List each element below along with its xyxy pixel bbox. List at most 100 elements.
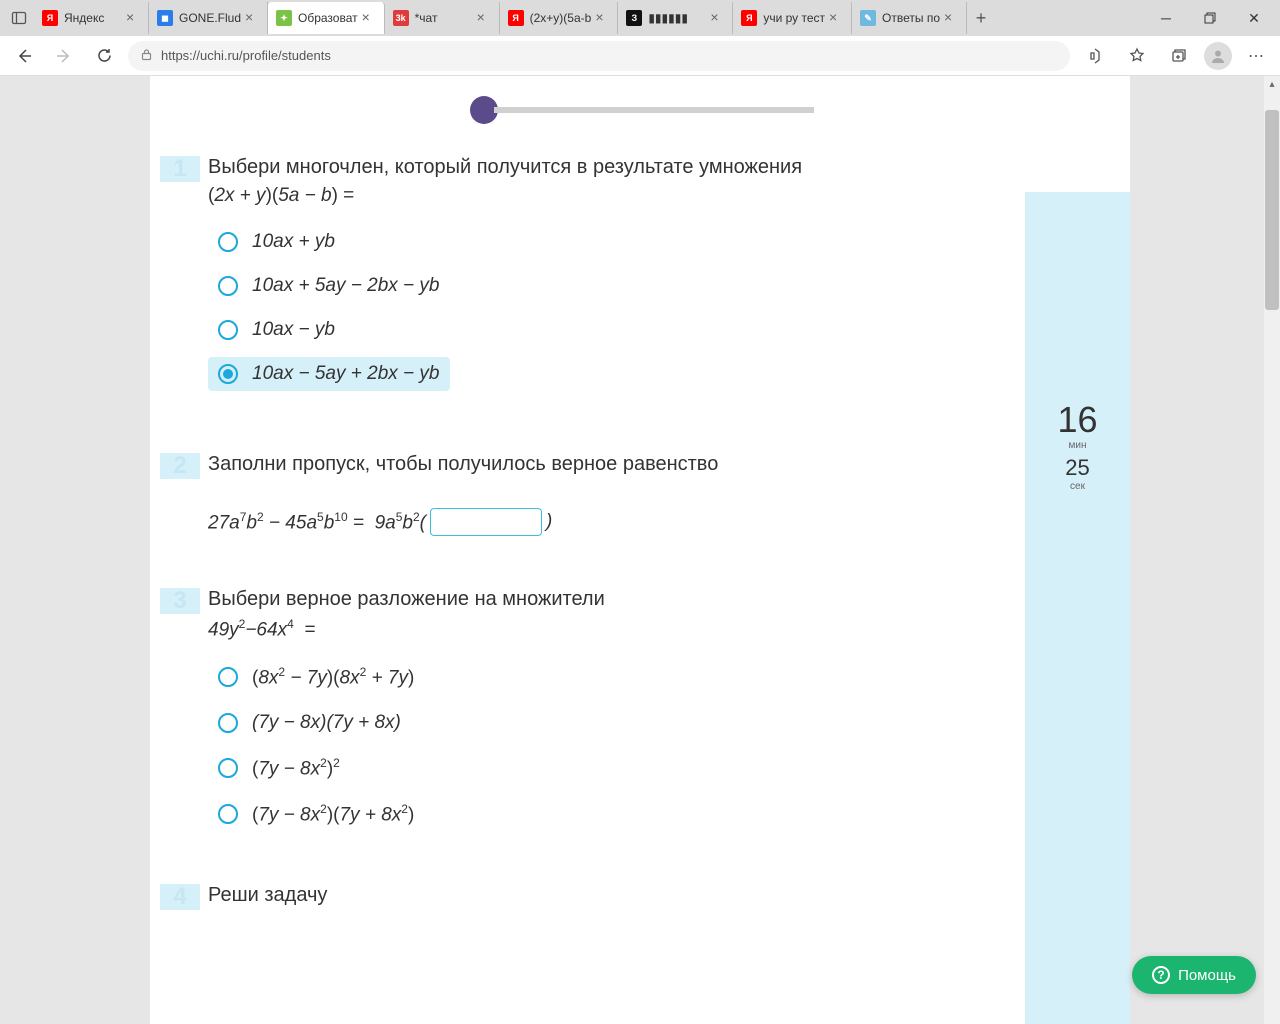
tab-title: Яндекс <box>64 11 122 25</box>
tab-actions-icon[interactable] <box>4 3 34 33</box>
help-button[interactable]: ? Помощь <box>1132 956 1256 994</box>
question-title: Реши задачу <box>208 882 1080 909</box>
option-label: 10ax + yb <box>252 231 335 253</box>
lock-icon <box>140 48 153 64</box>
page-scrollbar[interactable]: ▴ <box>1264 76 1280 1024</box>
address-bar-row: https://uchi.ru/profile/students ⋯ <box>0 36 1280 76</box>
answer-option-2[interactable]: 10ax + 5ay − 2bx − yb <box>208 269 1080 303</box>
progress-bar <box>150 76 1130 154</box>
question-number: 4 <box>160 884 200 910</box>
option-label: (7y − 8x)(7y + 8x) <box>252 712 401 734</box>
option-label: 10ax − yb <box>252 319 335 341</box>
option-label: (7y − 8x2)(7y + 8x2) <box>252 802 414 826</box>
timer-seconds: 25 <box>1065 455 1089 481</box>
answer-option-4[interactable]: (7y − 8x2)(7y + 8x2) <box>208 796 1080 832</box>
tab-title: Образоват <box>298 11 358 25</box>
forward-button[interactable] <box>48 40 80 72</box>
radio-icon <box>218 758 238 778</box>
question-title: Выбери верное разложение на множители <box>208 586 1080 613</box>
profile-avatar[interactable] <box>1204 42 1232 70</box>
radio-icon <box>218 276 238 296</box>
answer-option-1[interactable]: 10ax + yb <box>208 225 1080 259</box>
question-1: 1 Выбери многочлен, который получится в … <box>160 154 1080 401</box>
favicon: З <box>626 10 642 26</box>
browser-tab-3-active[interactable]: ✦ Образоват × <box>268 2 385 34</box>
answer-option-2[interactable]: (7y − 8x)(7y + 8x) <box>208 706 1080 740</box>
answer-option-1[interactable]: (8x2 − 7y)(8x2 + 7y) <box>208 659 1080 695</box>
close-icon[interactable]: × <box>126 11 140 25</box>
browser-tab-2[interactable]: ◼ GONE.Flud × <box>149 2 268 34</box>
scroll-thumb[interactable] <box>1265 110 1279 310</box>
radio-icon <box>218 320 238 340</box>
question-4: 4 Реши задачу <box>160 882 1080 909</box>
browser-tab-1[interactable]: Я Яндекс × <box>34 2 149 34</box>
tab-title: *чат <box>415 11 473 25</box>
answer-option-4-selected[interactable]: 10ax − 5ay + 2bx − yb <box>208 357 450 391</box>
close-icon[interactable]: × <box>595 11 609 25</box>
question-expression: 49y2−64x4 = <box>208 617 1080 641</box>
browser-tab-6[interactable]: З ▮▮▮▮▮▮ × <box>618 2 733 34</box>
collections-icon[interactable] <box>1162 40 1196 72</box>
option-label: (7y − 8x2)2 <box>252 756 340 780</box>
browser-tab-7[interactable]: Я учи ру тест × <box>733 2 852 34</box>
favorites-icon[interactable] <box>1120 40 1154 72</box>
question-title: Выбери многочлен, который получится в ре… <box>208 154 1080 181</box>
close-icon[interactable]: × <box>477 11 491 25</box>
favicon: ✦ <box>276 10 292 26</box>
radio-icon <box>218 713 238 733</box>
close-icon[interactable]: × <box>829 11 843 25</box>
maximize-button[interactable] <box>1188 2 1232 34</box>
more-menu-icon[interactable]: ⋯ <box>1240 46 1272 66</box>
close-icon[interactable]: × <box>245 11 259 25</box>
answer-option-3[interactable]: 10ax − yb <box>208 313 1080 347</box>
browser-tab-4[interactable]: 3k *чат × <box>385 2 500 34</box>
radio-icon <box>218 232 238 252</box>
question-number: 3 <box>160 588 200 614</box>
tab-title: ▮▮▮▮▮▮ <box>648 11 706 25</box>
close-icon[interactable]: × <box>362 11 376 25</box>
window-controls: ─ ✕ <box>1144 2 1276 34</box>
new-tab-button[interactable]: + <box>967 4 995 32</box>
tab-title: Ответы по <box>882 11 940 25</box>
help-label: Помощь <box>1178 967 1236 984</box>
radio-icon <box>218 667 238 687</box>
question-3: 3 Выбери верное разложение на множители … <box>160 586 1080 832</box>
fill-input[interactable] <box>430 508 542 536</box>
equation-lhs: 27a7b2 − 45a5b10 = 9a5b2( <box>208 510 426 534</box>
question-number: 1 <box>160 156 200 182</box>
answer-option-3[interactable]: (7y − 8x2)2 <box>208 750 1080 786</box>
fill-equation: 27a7b2 − 45a5b10 = 9a5b2( ) <box>208 508 1080 536</box>
progress-track <box>494 107 814 113</box>
help-icon: ? <box>1152 966 1170 984</box>
question-number: 2 <box>160 453 200 479</box>
reload-button[interactable] <box>88 40 120 72</box>
favicon: 3k <box>393 10 409 26</box>
page-viewport: 1 Выбери многочлен, который получится в … <box>0 76 1280 1024</box>
back-button[interactable] <box>8 40 40 72</box>
yandex-favicon: Я <box>508 10 524 26</box>
question-title: Заполни пропуск, чтобы получилось верное… <box>208 451 1080 478</box>
equation-rhs: ) <box>546 511 552 533</box>
question-expression: (2x + y)(5a − b) = <box>208 185 1080 207</box>
content-frame: 1 Выбери многочлен, который получится в … <box>150 76 1130 1024</box>
tab-title: учи ру тест <box>763 11 825 25</box>
close-window-button[interactable]: ✕ <box>1232 2 1276 34</box>
close-icon[interactable]: × <box>710 11 724 25</box>
tab-title: GONE.Flud <box>179 11 241 25</box>
question-2: 2 Заполни пропуск, чтобы получилось верн… <box>160 451 1080 536</box>
yandex-favicon: Я <box>42 10 58 26</box>
address-bar[interactable]: https://uchi.ru/profile/students <box>128 41 1070 71</box>
timer-panel: 16 мин 25 сек <box>1025 192 1130 1024</box>
close-icon[interactable]: × <box>944 11 958 25</box>
browser-chrome: Я Яндекс × ◼ GONE.Flud × ✦ Образоват × 3… <box>0 0 1280 76</box>
timer-minutes: 16 <box>1057 402 1097 438</box>
browser-tab-8[interactable]: ✎ Ответы по × <box>852 2 967 34</box>
radio-checked-icon <box>218 364 238 384</box>
timer-min-label: мин <box>1069 440 1087 451</box>
browser-tab-5[interactable]: Я (2x+y)(5a-b × <box>500 2 619 34</box>
minimize-button[interactable]: ─ <box>1144 2 1188 34</box>
scroll-up-icon[interactable]: ▴ <box>1264 76 1280 92</box>
url-text: https://uchi.ru/profile/students <box>161 48 331 63</box>
read-aloud-icon[interactable] <box>1078 40 1112 72</box>
option-label: 10ax − 5ay + 2bx − yb <box>252 363 440 385</box>
